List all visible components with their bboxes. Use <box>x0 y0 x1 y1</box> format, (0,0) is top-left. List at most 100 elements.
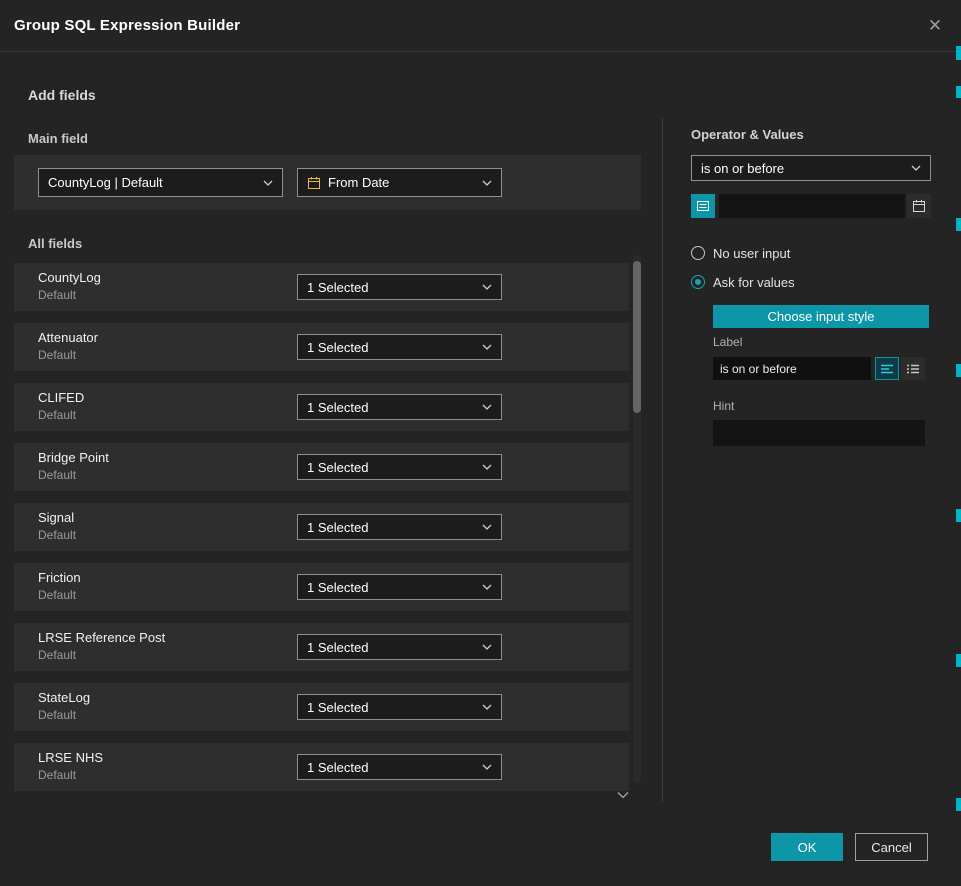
field-values-dropdown[interactable]: 1 Selected <box>297 334 502 360</box>
vertical-divider <box>662 118 663 802</box>
text-lines-icon <box>880 363 894 375</box>
edge-accent-mark <box>956 86 961 98</box>
dialog-title: Group SQL Expression Builder <box>14 0 240 52</box>
main-field-label: Main field <box>28 131 88 146</box>
field-row: Attenuator Default 1 Selected <box>14 323 629 371</box>
field-name: Friction <box>38 570 81 585</box>
chevron-down-icon <box>482 284 492 290</box>
main-field-panel: CountyLog | Default From Date <box>14 155 641 210</box>
field-values-dropdown[interactable]: 1 Selected <box>297 394 502 420</box>
field-sublabel: Default <box>38 708 76 722</box>
field-row: CLIFED Default 1 Selected <box>14 383 629 431</box>
field-sublabel: Default <box>38 528 76 542</box>
close-icon: ✕ <box>928 16 942 35</box>
date-field-dropdown[interactable]: From Date <box>297 168 502 197</box>
calendar-button[interactable] <box>907 194 931 218</box>
layer-dropdown[interactable]: CountyLog | Default <box>38 168 283 197</box>
operator-dropdown[interactable]: is on or before <box>691 155 931 181</box>
calendar-icon <box>912 199 926 213</box>
scrollbar[interactable] <box>633 255 641 783</box>
date-field-dropdown-value: From Date <box>328 175 475 190</box>
field-values-dropdown[interactable]: 1 Selected <box>297 454 502 480</box>
radio-no-user-input[interactable]: No user input <box>691 245 790 261</box>
operator-values-heading: Operator & Values <box>691 127 804 142</box>
radio-label: No user input <box>713 246 790 261</box>
field-name: CountyLog <box>38 270 101 285</box>
chevron-down-icon <box>482 764 492 770</box>
field-sublabel: Default <box>38 588 76 602</box>
field-values-dropdown[interactable]: 1 Selected <box>297 274 502 300</box>
field-values-dropdown[interactable]: 1 Selected <box>297 694 502 720</box>
field-sublabel: Default <box>38 768 76 782</box>
field-values-dropdown-value: 1 Selected <box>307 760 475 775</box>
field-sublabel: Default <box>38 408 76 422</box>
radio-ask-for-values[interactable]: Ask for values <box>691 274 795 290</box>
radio-label: Ask for values <box>713 275 795 290</box>
set-from-field-button[interactable] <box>691 194 715 218</box>
value-input[interactable] <box>719 194 905 218</box>
field-values-dropdown-value: 1 Selected <box>307 280 475 295</box>
all-fields-label: All fields <box>28 236 82 251</box>
field-name: LRSE NHS <box>38 750 103 765</box>
field-name: StateLog <box>38 690 90 705</box>
input-style-list-toggle[interactable] <box>901 357 925 380</box>
radio-icon <box>691 275 705 289</box>
chevron-down-icon <box>482 584 492 590</box>
field-values-dropdown[interactable]: 1 Selected <box>297 634 502 660</box>
field-row: Signal Default 1 Selected <box>14 503 629 551</box>
chevron-down-icon <box>482 524 492 530</box>
all-fields-list: CountyLog Default 1 Selected Attenuator … <box>14 263 629 803</box>
field-values-dropdown-value: 1 Selected <box>307 700 475 715</box>
edge-accent-mark <box>956 218 961 231</box>
edge-accent-mark <box>956 364 961 377</box>
label-caption: Label <box>713 335 742 349</box>
field-values-dropdown-value: 1 Selected <box>307 340 475 355</box>
chevron-down-icon <box>617 791 629 799</box>
field-sublabel: Default <box>38 348 76 362</box>
ok-button[interactable]: OK <box>771 833 843 861</box>
edge-accent-mark <box>956 798 961 811</box>
field-row: LRSE NHS Default 1 Selected <box>14 743 629 791</box>
calendar-icon <box>307 176 321 190</box>
field-values-dropdown-value: 1 Selected <box>307 580 475 595</box>
label-input[interactable] <box>713 357 871 380</box>
field-values-dropdown[interactable]: 1 Selected <box>297 574 502 600</box>
choose-input-style-button[interactable]: Choose input style <box>713 305 929 328</box>
cancel-button[interactable]: Cancel <box>855 833 928 861</box>
field-sublabel: Default <box>38 288 76 302</box>
chevron-down-icon <box>482 704 492 710</box>
field-name: Signal <box>38 510 74 525</box>
scrollbar-thumb[interactable] <box>633 261 641 413</box>
chevron-down-icon <box>263 180 273 186</box>
field-row: CountyLog Default 1 Selected <box>14 263 629 311</box>
edge-accent-mark <box>956 654 961 667</box>
field-name: Bridge Point <box>38 450 109 465</box>
title-bar: Group SQL Expression Builder ✕ <box>0 0 961 52</box>
field-row: Bridge Point Default 1 Selected <box>14 443 629 491</box>
hint-input[interactable] <box>713 420 925 446</box>
chevron-down-icon <box>482 404 492 410</box>
field-values-dropdown[interactable]: 1 Selected <box>297 754 502 780</box>
field-row: Friction Default 1 Selected <box>14 563 629 611</box>
field-row: StateLog Default 1 Selected <box>14 683 629 731</box>
list-icon <box>906 363 920 375</box>
field-name: Attenuator <box>38 330 98 345</box>
hint-caption: Hint <box>713 399 734 413</box>
input-style-textbox-toggle[interactable] <box>875 357 899 380</box>
group-sql-expression-builder-dialog: Group SQL Expression Builder ✕ Add field… <box>0 0 961 886</box>
chevron-down-icon <box>482 180 492 186</box>
close-button[interactable]: ✕ <box>923 14 947 38</box>
chevron-down-icon <box>911 165 921 171</box>
field-name: LRSE Reference Post <box>38 630 165 645</box>
field-values-dropdown-value: 1 Selected <box>307 400 475 415</box>
scroll-down-button[interactable] <box>616 787 630 797</box>
chevron-down-icon <box>482 344 492 350</box>
edge-accent-mark <box>956 509 961 522</box>
field-values-dropdown-value: 1 Selected <box>307 520 475 535</box>
field-values-dropdown-value: 1 Selected <box>307 640 475 655</box>
edge-accent-mark <box>956 46 961 60</box>
field-row: LRSE Reference Post Default 1 Selected <box>14 623 629 671</box>
layer-dropdown-value: CountyLog | Default <box>48 175 256 190</box>
field-values-dropdown[interactable]: 1 Selected <box>297 514 502 540</box>
radio-icon <box>691 246 705 260</box>
